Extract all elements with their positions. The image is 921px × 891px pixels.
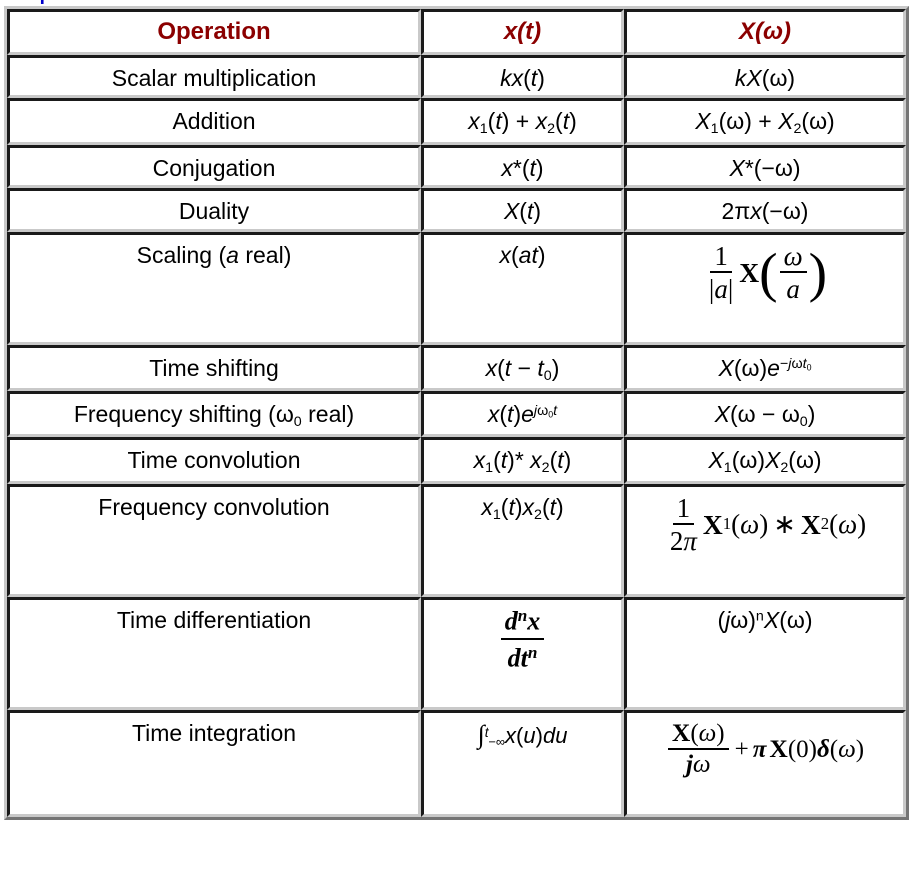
table-row: Scalar multiplication kx(t) kX(ω) <box>7 55 906 99</box>
cell-operation: Frequency shifting (ω0 real) <box>7 391 421 438</box>
freq-domain-formula: X(ω − ω0) <box>714 401 816 431</box>
freq-domain-formula: X(ω)e−jωt0 <box>718 354 812 381</box>
cell-freq-domain: X(ω − ω0) <box>624 391 906 438</box>
freq-domain-formula: 2πx(−ω) <box>721 198 809 225</box>
header-time-domain-label: x(t) <box>503 18 542 45</box>
table-row: Time differentiation dnx dtn (jω)nX(ω) <box>7 596 906 710</box>
cell-time-domain: x1(t)* x2(t) <box>421 437 624 484</box>
time-domain-formula: x1(t)x2(t) <box>481 493 564 523</box>
cell-freq-domain: (jω)nX(ω) <box>624 596 906 710</box>
table-container: Operation x(t) X(ω) Scalar multiplicatio… <box>4 6 909 820</box>
table-row: Time shifting x(t − t0) X(ω)e−jωt0 <box>7 344 906 392</box>
table-row: Addition x1(t) + x2(t) X1(ω) + X2(ω) <box>7 98 906 145</box>
cell-time-domain: x1(t)x2(t) <box>421 483 624 597</box>
operation-label: Scalar multiplication <box>111 65 317 91</box>
freq-domain-formula: 1 2π X 1(ω) ∗ X 2(ω) <box>664 492 866 557</box>
right-paren: ) <box>808 241 828 303</box>
operation-label: Time integration <box>131 719 297 746</box>
freq-domain-formula: X1(ω)X2(ω) <box>708 447 822 477</box>
time-domain-formula: x(at) <box>499 241 546 268</box>
header-operation-label: Operation <box>157 18 271 45</box>
operation-label: Time shifting <box>149 354 279 381</box>
table-row: Scaling (a real) x(at) 1 |a| X ( ω a) <box>7 231 906 345</box>
operation-label: Conjugation <box>152 154 276 181</box>
cell-freq-domain: X1(ω)X2(ω) <box>624 437 906 484</box>
header-cell-operation: Operation <box>7 9 421 55</box>
operation-label: Scaling (a real) <box>136 241 292 268</box>
time-domain-formula: x1(t) + x2(t) <box>468 108 577 138</box>
table-row: Time convolution x1(t)* x2(t) X1(ω)X2(ω) <box>7 437 906 484</box>
fraction-dn-x-over-dt-n: dnx dtn <box>500 606 545 672</box>
cell-freq-domain: X1(ω) + X2(ω) <box>624 98 906 145</box>
fraction-X-omega-over-j-omega: X(ω) jω <box>667 719 729 779</box>
table-row: Frequency shifting (ω0 real) x(t)ejω0t X… <box>7 391 906 438</box>
cell-freq-domain: X(ω)e−jωt0 <box>624 344 906 392</box>
cell-operation: Scalar multiplication <box>7 55 421 99</box>
table-row: Conjugation x*(t) X*(−ω) <box>7 144 906 189</box>
fraction-one-over-two-pi: 1 2π <box>669 492 697 557</box>
header-cell-freq-domain: X(ω) <box>624 9 906 55</box>
header-freq-domain-label: X(ω) <box>738 18 792 45</box>
cell-operation: Addition <box>7 98 421 145</box>
time-domain-formula: kx(t) <box>500 65 545 91</box>
cell-time-domain: kx(t) <box>421 55 624 99</box>
cell-time-domain: x*(t) <box>421 144 624 189</box>
cell-time-domain: x(at) <box>421 231 624 345</box>
table-header-row: Operation x(t) X(ω) <box>7 9 906 55</box>
freq-domain-formula: 1 |a| X ( ω a ) <box>703 240 828 305</box>
cell-operation: Conjugation <box>7 144 421 189</box>
table-row: Duality X(t) 2πx(−ω) <box>7 188 906 232</box>
operation-label: Duality <box>178 198 250 225</box>
time-domain-formula: x(t)ejω0t <box>487 401 558 428</box>
cell-freq-domain: X(ω) jω + π X(0) δ(ω) <box>624 709 906 817</box>
fraction-one-over-abs-a: 1 |a| <box>708 240 734 305</box>
cell-freq-domain: 1 |a| X ( ω a ) <box>624 231 906 345</box>
freq-domain-formula: (jω)nX(ω) <box>717 606 813 633</box>
freq-domain-formula: X(ω) jω + π X(0) δ(ω) <box>666 719 864 779</box>
cell-time-domain: ∫t−∞x(u)du <box>421 709 624 817</box>
time-domain-formula: x*(t) <box>501 154 544 181</box>
left-paren: ( <box>759 241 778 303</box>
cell-operation: Time integration <box>7 709 421 817</box>
time-domain-formula: ∫t−∞x(u)du <box>477 719 568 749</box>
cell-operation: Time convolution <box>7 437 421 484</box>
fourier-properties-table: Operation x(t) X(ω) Scalar multiplicatio… <box>4 6 909 820</box>
operation-label: Frequency convolution <box>98 493 330 520</box>
cell-time-domain: X(t) <box>421 188 624 232</box>
plus-operator: + <box>734 735 749 763</box>
cell-operation: Frequency convolution <box>7 483 421 597</box>
cell-time-domain: dnx dtn <box>421 596 624 710</box>
time-domain-formula: X(t) <box>503 198 542 225</box>
time-domain-formula: dnx dtn <box>499 606 547 672</box>
cell-freq-domain: 1 2π X 1(ω) ∗ X 2(ω) <box>624 483 906 597</box>
operation-label: Frequency shifting (ω0 real) <box>73 401 355 431</box>
cell-freq-domain: kX(ω) <box>624 55 906 99</box>
cell-operation: Duality <box>7 188 421 232</box>
header-cell-time-domain: x(t) <box>421 9 624 55</box>
freq-domain-formula: X1(ω) + X2(ω) <box>695 108 835 138</box>
time-domain-formula: x1(t)* x2(t) <box>473 447 572 477</box>
cell-time-domain: x(t)ejω0t <box>421 391 624 438</box>
convolution-operator: ∗ <box>773 509 796 540</box>
freq-domain-formula: X*(−ω) <box>729 154 801 181</box>
table-row: Frequency convolution x1(t)x2(t) 1 2π X1… <box>7 483 906 597</box>
operation-label: Time differentiation <box>116 606 312 633</box>
operation-label: Addition <box>172 108 256 135</box>
integral-sign: ∫ <box>477 719 485 749</box>
cell-operation: Time shifting <box>7 344 421 392</box>
cell-operation: Scaling (a real) <box>7 231 421 345</box>
fraction-omega-over-a: ω a <box>779 241 807 304</box>
cell-operation: Time differentiation <box>7 596 421 710</box>
table-row: Time integration ∫t−∞x(u)du X(ω) jω + π … <box>7 709 906 817</box>
operation-label: Time convolution <box>127 447 301 474</box>
freq-domain-formula: kX(ω) <box>734 65 796 91</box>
cell-time-domain: x(t − t0) <box>421 344 624 392</box>
time-domain-formula: x(t − t0) <box>485 354 560 384</box>
cell-freq-domain: 2πx(−ω) <box>624 188 906 232</box>
cell-freq-domain: X*(−ω) <box>624 144 906 189</box>
cell-time-domain: x1(t) + x2(t) <box>421 98 624 145</box>
